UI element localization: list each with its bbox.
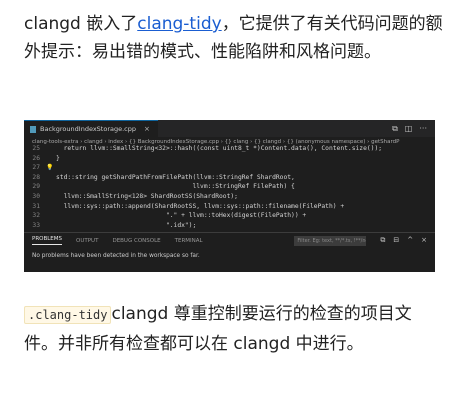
line-number: 29	[32, 183, 40, 191]
code-line: 29 llvm::StringRef FilePath) {	[24, 182, 435, 192]
tab-output[interactable]: OUTPUT	[76, 238, 98, 244]
maximize-panel-icon[interactable]: ^	[407, 236, 413, 245]
problems-panel: PROBLEMS OUTPUT DEBUG CONSOLE TERMINAL F…	[24, 232, 435, 272]
line-number: 33	[32, 221, 40, 229]
line-number: 27	[32, 164, 40, 172]
code-line: 32 "." + llvm::toHex(digest(FilePath)) +	[24, 211, 435, 221]
line-number: 26	[32, 154, 40, 162]
code-line: 27 💡	[24, 163, 435, 173]
outro-paragraph: .clang-tidy clangd 尊重控制要运行的检查的项目文件。并非所有检查…	[24, 300, 444, 359]
gutter	[46, 173, 56, 183]
clear-icon[interactable]: ⊟	[393, 236, 399, 245]
tab-debug-console[interactable]: DEBUG CONSOLE	[112, 238, 160, 244]
gutter	[46, 211, 56, 221]
close-panel-icon[interactable]: ×	[421, 236, 427, 245]
problems-filter-input[interactable]: Filter. Eg: text, **/*.ts, !**/node_...	[294, 235, 367, 246]
tab-terminal[interactable]: TERMINAL	[175, 238, 203, 244]
code-text: llvm::sys::path::append(ShardRootSS, llv…	[56, 202, 345, 210]
code-line: 28 std::string getShardPathFromFilePath(l…	[24, 173, 435, 183]
lightbulb-icon[interactable]: 💡	[46, 163, 56, 173]
line-number: 31	[32, 202, 40, 210]
editor-tab-label: BackgroundIndexStorage.cpp	[40, 125, 136, 133]
editor-screenshot: BackgroundIndexStorage.cpp × ⧉ ◫ ··· cla…	[24, 120, 435, 272]
line-number: 32	[32, 212, 40, 220]
code-line: 33 ".idx");	[24, 221, 435, 231]
code-editor[interactable]: 25 return llvm::SmallString<32>::hash((c…	[24, 144, 435, 229]
code-text: llvm::SmallString<128> ShardRootSS(Shard…	[56, 192, 238, 200]
intro-paragraph: clangd 嵌入了clang-tidy，它提供了有关代码问题的额外提示：易出错…	[24, 10, 444, 66]
code-line: 31 llvm::sys::path::append(ShardRootSS, …	[24, 202, 435, 212]
gutter	[46, 182, 56, 192]
collapse-all-icon[interactable]: ⧉	[380, 236, 385, 245]
inline-code: .clang-tidy	[24, 306, 112, 324]
code-text: }	[56, 154, 60, 162]
open-changes-icon[interactable]: ⧉	[392, 124, 398, 134]
gutter	[46, 154, 56, 164]
problems-message: No problems have been detected in the wo…	[32, 253, 200, 259]
line-number: 30	[32, 192, 40, 200]
more-actions-icon[interactable]: ···	[419, 124, 427, 134]
split-editor-icon[interactable]: ◫	[405, 124, 413, 134]
code-text: "." + llvm::toHex(digest(FilePath)) +	[56, 212, 307, 220]
code-text: return llvm::SmallString<32>::hash((cons…	[56, 145, 383, 152]
editor-tab[interactable]: BackgroundIndexStorage.cpp ×	[24, 120, 158, 137]
gutter	[46, 144, 56, 154]
line-number: 28	[32, 173, 40, 181]
code-line: 30 llvm::SmallString<128> ShardRootSS(Sh…	[24, 192, 435, 202]
gutter	[46, 221, 56, 231]
code-text: ".idx");	[56, 221, 197, 229]
code-text: llvm::StringRef FilePath) {	[56, 183, 295, 191]
gutter	[46, 192, 56, 202]
panel-tab-bar: PROBLEMS OUTPUT DEBUG CONSOLE TERMINAL F…	[24, 233, 435, 248]
close-icon[interactable]: ×	[144, 125, 150, 133]
gutter	[46, 202, 56, 212]
tab-problems[interactable]: PROBLEMS	[32, 236, 63, 245]
clang-tidy-link[interactable]: clang-tidy	[137, 14, 221, 34]
code-text: std::string getShardPathFromFilePath(llv…	[56, 173, 295, 181]
editor-tab-bar: BackgroundIndexStorage.cpp × ⧉ ◫ ···	[24, 120, 435, 137]
cpp-file-icon	[30, 125, 36, 133]
line-number: 25	[32, 145, 40, 152]
code-line: 25 return llvm::SmallString<32>::hash((c…	[24, 144, 435, 154]
intro-prefix: clangd 嵌入了	[24, 14, 138, 34]
code-line: 26}	[24, 154, 435, 164]
